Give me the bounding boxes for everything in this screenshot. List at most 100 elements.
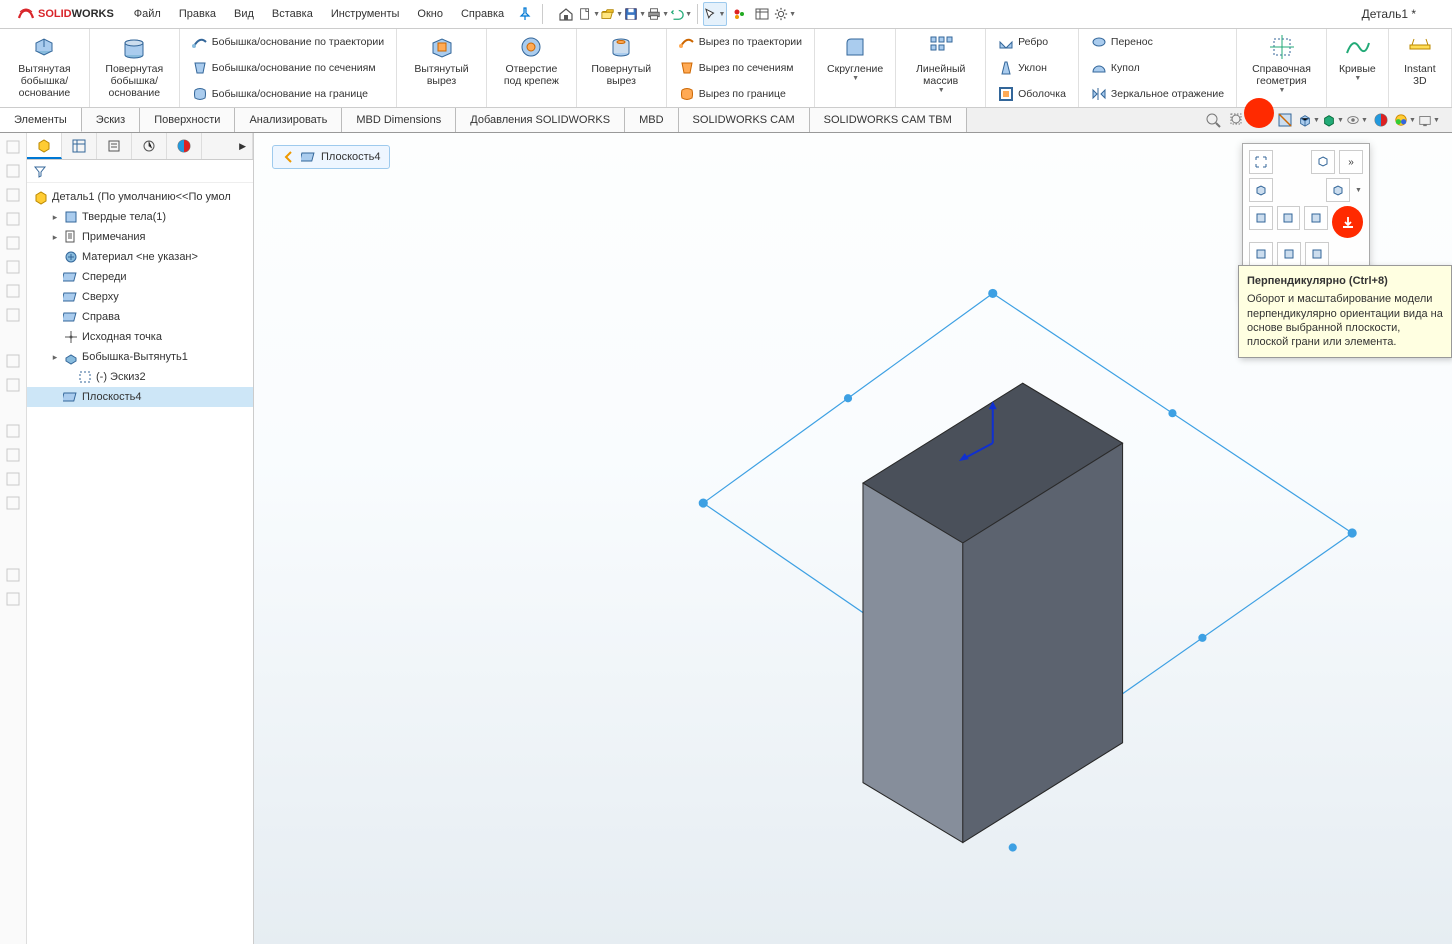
tp-icon-4[interactable] bbox=[5, 211, 21, 227]
tab-mbd-dim[interactable]: MBD Dimensions bbox=[342, 108, 456, 132]
pin-icon[interactable] bbox=[514, 3, 536, 25]
tab-mbd[interactable]: MBD bbox=[625, 108, 678, 132]
reference-geometry-button[interactable]: Справочная геометрия▼ bbox=[1245, 29, 1318, 107]
tree-item[interactable]: ▸Твердые тела(1) bbox=[27, 207, 253, 227]
vc-iso-1[interactable] bbox=[1249, 178, 1273, 202]
fm-tab-config[interactable] bbox=[97, 133, 132, 159]
menu-help[interactable]: Справка bbox=[453, 4, 512, 24]
tree-root[interactable]: Деталь1 (По умолчанию<<По умол bbox=[27, 187, 253, 207]
boundary-cut-button[interactable]: Вырез по границе bbox=[675, 82, 806, 106]
save-button[interactable]: ▼ bbox=[624, 3, 646, 25]
mirror-button[interactable]: Зеркальное отражение bbox=[1087, 82, 1228, 106]
hide-show-button[interactable]: ▼ bbox=[1346, 109, 1368, 131]
vc-right[interactable] bbox=[1249, 242, 1273, 266]
vc-back[interactable] bbox=[1277, 206, 1301, 230]
vc-bottom[interactable] bbox=[1305, 242, 1329, 266]
tp-icon-13[interactable] bbox=[5, 471, 21, 487]
open-button[interactable]: ▼ bbox=[601, 3, 623, 25]
tab-surfaces[interactable]: Поверхности bbox=[140, 108, 235, 132]
vc-zoom-fit[interactable] bbox=[1249, 150, 1273, 174]
menu-tools[interactable]: Инструменты bbox=[323, 4, 408, 24]
feature-filter[interactable] bbox=[27, 160, 253, 183]
revolve-boss-button[interactable]: Повернутая бобышка/основание bbox=[98, 29, 171, 107]
instant3d-button[interactable]: Instant 3D bbox=[1397, 29, 1443, 107]
tree-item[interactable]: ▸Бобышка-Вытянуть1 bbox=[27, 347, 253, 367]
tp-icon-14[interactable] bbox=[5, 495, 21, 511]
rib-button[interactable]: Ребро bbox=[994, 30, 1070, 54]
tree-item[interactable]: ▸Примечания bbox=[27, 227, 253, 247]
fillet-button[interactable]: Скругление▼ bbox=[823, 29, 887, 107]
extrude-cut-button[interactable]: Вытянутый вырез bbox=[405, 29, 478, 107]
sweep-cut-button[interactable]: Вырез по траектории bbox=[675, 30, 806, 54]
loft-boss-button[interactable]: Бобышка/основание по сечениям bbox=[188, 56, 388, 80]
tp-icon-5[interactable] bbox=[5, 235, 21, 251]
vc-front[interactable] bbox=[1249, 206, 1273, 230]
apply-scene-button[interactable]: ▼ bbox=[1394, 109, 1416, 131]
view-settings-button[interactable]: ▼ bbox=[1418, 109, 1440, 131]
tp-icon-16[interactable] bbox=[5, 591, 21, 607]
tree-item[interactable]: Справа bbox=[27, 307, 253, 327]
vc-iso-2[interactable] bbox=[1326, 178, 1350, 202]
revolve-cut-button[interactable]: Повернутый вырез bbox=[585, 29, 658, 107]
fm-tab-display[interactable] bbox=[167, 133, 202, 159]
tab-sketch[interactable]: Эскиз bbox=[82, 108, 140, 132]
tab-cam-tbm[interactable]: SOLIDWORKS CAM TBM bbox=[810, 108, 967, 132]
settings-button[interactable]: ▼ bbox=[774, 3, 796, 25]
fm-tab-tree[interactable] bbox=[27, 133, 62, 159]
section-view-button[interactable] bbox=[1274, 109, 1296, 131]
options-button[interactable] bbox=[751, 3, 773, 25]
tp-icon-1[interactable] bbox=[5, 139, 21, 155]
tp-icon-3[interactable] bbox=[5, 187, 21, 203]
home-button[interactable] bbox=[555, 3, 577, 25]
wrap-button[interactable]: Перенос bbox=[1087, 30, 1228, 54]
vc-normal-to[interactable] bbox=[1332, 206, 1363, 238]
tp-icon-10[interactable] bbox=[5, 377, 21, 393]
graphics-viewport[interactable]: Плоскость4 bbox=[254, 133, 1452, 944]
loft-cut-button[interactable]: Вырез по сечениям bbox=[675, 56, 806, 80]
tree-item[interactable]: Спереди bbox=[27, 267, 253, 287]
select-button[interactable]: ▼ bbox=[703, 2, 727, 26]
tab-cam[interactable]: SOLIDWORKS CAM bbox=[679, 108, 810, 132]
tp-icon-9[interactable] bbox=[5, 353, 21, 369]
tab-evaluate[interactable]: Анализировать bbox=[235, 108, 342, 132]
rebuild-button[interactable] bbox=[728, 3, 750, 25]
shell-button[interactable]: Оболочка bbox=[994, 82, 1070, 106]
tree-item[interactable]: (-) Эскиз2 bbox=[27, 367, 253, 387]
tree-item[interactable]: Материал <не указан> bbox=[27, 247, 253, 267]
fm-tab-dim[interactable] bbox=[132, 133, 167, 159]
draft-button[interactable]: Уклон bbox=[994, 56, 1070, 80]
fm-tab-property[interactable] bbox=[62, 133, 97, 159]
view-orientation-button[interactable]: ▼ bbox=[1298, 109, 1320, 131]
menu-edit[interactable]: Правка bbox=[171, 4, 224, 24]
sweep-boss-button[interactable]: Бобышка/основание по траектории bbox=[188, 30, 388, 54]
tab-addins[interactable]: Добавления SOLIDWORKS bbox=[456, 108, 625, 132]
edit-appearance-button[interactable] bbox=[1370, 109, 1392, 131]
vc-view-selector[interactable] bbox=[1311, 150, 1335, 174]
boundary-boss-button[interactable]: Бобышка/основание на границе bbox=[188, 82, 388, 106]
tab-features[interactable]: Элементы bbox=[0, 108, 82, 132]
display-style-button[interactable]: ▼ bbox=[1322, 109, 1344, 131]
new-button[interactable]: ▼ bbox=[578, 3, 600, 25]
vc-top[interactable] bbox=[1277, 242, 1301, 266]
menu-view[interactable]: Вид bbox=[226, 4, 262, 24]
menu-window[interactable]: Окно bbox=[409, 4, 451, 24]
tree-item[interactable]: Сверху bbox=[27, 287, 253, 307]
menu-insert[interactable]: Вставка bbox=[264, 4, 321, 24]
vc-left[interactable] bbox=[1304, 206, 1328, 230]
tp-icon-12[interactable] bbox=[5, 447, 21, 463]
tp-icon-11[interactable] bbox=[5, 423, 21, 439]
tp-icon-7[interactable] bbox=[5, 283, 21, 299]
linear-pattern-button[interactable]: Линейный массив▼ bbox=[904, 29, 977, 107]
vc-more[interactable]: » bbox=[1339, 150, 1363, 174]
undo-button[interactable]: ▼ bbox=[670, 3, 692, 25]
zoom-fit-button[interactable] bbox=[1202, 109, 1224, 131]
tree-item[interactable]: Плоскость4 bbox=[27, 387, 253, 407]
extrude-boss-button[interactable]: Вытянутая бобышка/основание bbox=[8, 29, 81, 107]
tree-item[interactable]: Исходная точка bbox=[27, 327, 253, 347]
hole-wizard-button[interactable]: Отверстие под крепеж bbox=[495, 29, 568, 107]
fm-tab-more[interactable]: ▶ bbox=[202, 133, 253, 159]
dome-button[interactable]: Купол bbox=[1087, 56, 1228, 80]
tp-icon-15[interactable] bbox=[5, 567, 21, 583]
menu-file[interactable]: Файл bbox=[126, 4, 169, 24]
print-button[interactable]: ▼ bbox=[647, 3, 669, 25]
